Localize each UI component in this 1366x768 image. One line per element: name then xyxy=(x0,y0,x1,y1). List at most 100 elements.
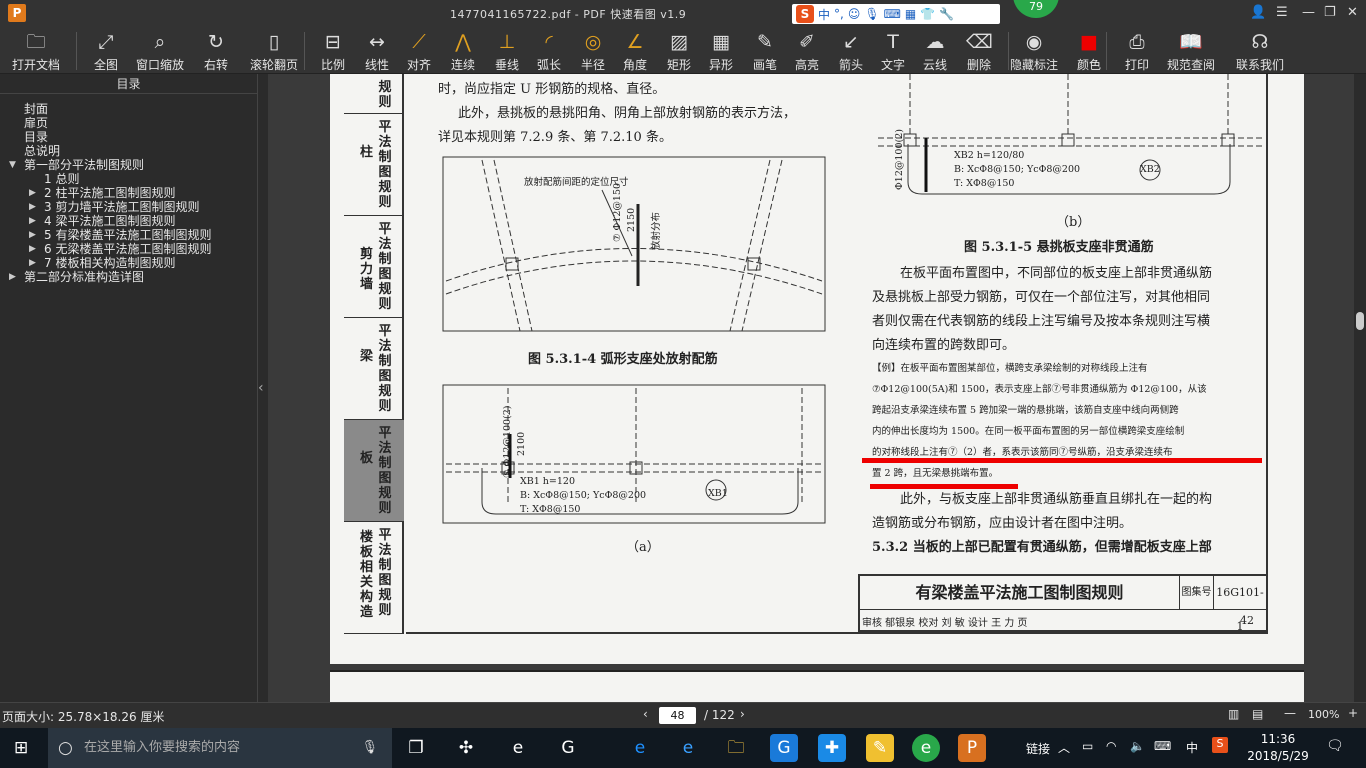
toolbar-radius-button[interactable]: ◎ 半径 xyxy=(576,29,610,73)
toolbar-contact-button[interactable]: ☊ 联系我们 xyxy=(1232,29,1288,73)
browser-g-icon[interactable]: G xyxy=(770,734,798,762)
toolbar-linear-button[interactable]: ↔ 线性 xyxy=(360,29,394,73)
toc-item[interactable]: 第二部分标准构造详图 xyxy=(24,270,144,284)
vertical-scrollbar[interactable] xyxy=(1354,74,1366,702)
file-explorer-icon[interactable]: 🗀 xyxy=(722,734,750,762)
toolbar-continuous-button[interactable]: ⋀ 连续 xyxy=(446,29,480,73)
volume-icon[interactable]: 🔈 xyxy=(1130,739,1145,753)
spiral-browser-icon[interactable]: G xyxy=(554,734,582,762)
toolbar-angle-button[interactable]: ∠ 角度 xyxy=(618,29,652,73)
emoji-icon[interactable]: ☺ xyxy=(848,7,861,21)
toolbar-print-button[interactable]: ⎙ 打印 xyxy=(1120,29,1154,73)
expand-icon[interactable]: ▶ xyxy=(9,272,16,282)
grid-icon[interactable]: ▦ xyxy=(905,7,916,21)
battery-icon[interactable]: ▭ xyxy=(1082,739,1093,753)
toolbar-eye-hide-button[interactable]: ◉ 隐藏标注 xyxy=(1006,29,1062,73)
zoom-in-icon[interactable]: + xyxy=(1348,706,1358,720)
sogou-icon[interactable]: S xyxy=(796,5,814,23)
expand-icon[interactable]: ▶ xyxy=(29,230,36,240)
toc-item[interactable]: 第一部分平法制图规则 xyxy=(24,158,144,172)
ie-icon[interactable]: e xyxy=(674,734,702,762)
toolbar-perpendicular-button[interactable]: ⊥ 垂线 xyxy=(490,29,524,73)
toolbar-rotate-button[interactable]: ↻ 右转 xyxy=(198,29,234,73)
toc-item[interactable]: 6 无梁楼盖平法施工图制图规则 xyxy=(44,242,211,256)
minimize-icon[interactable]: — xyxy=(1302,5,1315,20)
prev-page-icon[interactable]: ‹ xyxy=(643,707,648,721)
toc-item[interactable]: 2 柱平法施工图制图规则 xyxy=(44,186,175,200)
clock-date[interactable]: 2018/5/29 xyxy=(1242,749,1314,763)
toolbar-arrow-button[interactable]: ↙ 箭头 xyxy=(834,29,868,73)
toolbar-highlight-button[interactable]: ✐ 高亮 xyxy=(790,29,824,73)
windows-start-icon[interactable]: ⊞ xyxy=(14,738,28,758)
mic-icon[interactable]: 🎙 xyxy=(864,7,879,21)
toolbar-book-button[interactable]: 📖 规范查阅 xyxy=(1166,29,1216,73)
close-icon[interactable]: ✕ xyxy=(1347,5,1358,20)
360-icon[interactable]: e xyxy=(912,734,940,762)
sogou-tray-icon[interactable]: S xyxy=(1212,737,1228,753)
toolbar-text-button[interactable]: T 文字 xyxy=(876,29,910,73)
scroll-thumb[interactable] xyxy=(1356,312,1364,330)
page-input[interactable]: 48 xyxy=(659,707,696,724)
edge-legacy-icon[interactable]: e xyxy=(504,734,532,762)
toolbar-fit-button[interactable]: ⤢ 全图 xyxy=(88,29,124,73)
toolbar-arc-button[interactable]: ◜ 弧长 xyxy=(532,29,566,73)
toolbar-rectangle-button[interactable]: ▨ 矩形 xyxy=(662,29,696,73)
clock-time[interactable]: 11:36 xyxy=(1248,732,1308,746)
ime-lang[interactable]: 中 xyxy=(818,6,830,23)
toc-item[interactable]: 扉页 xyxy=(24,116,48,130)
task-view-icon[interactable]: ❐ xyxy=(402,734,430,762)
toolbar-cloud-button[interactable]: ☁ 云线 xyxy=(918,29,952,73)
mic-icon[interactable]: 🎙 xyxy=(361,728,378,768)
expand-icon[interactable]: ▶ xyxy=(29,202,36,212)
toolbar-mouse-button[interactable]: ▯ 滚轮翻页 xyxy=(246,29,302,73)
edge-icon[interactable]: e xyxy=(626,734,654,762)
zoom-out-icon[interactable]: — xyxy=(1284,706,1296,720)
ime-indicator[interactable]: 中 xyxy=(1186,739,1198,756)
toolbar-eraser-button[interactable]: ⌫ 删除 xyxy=(962,29,996,73)
restore-icon[interactable]: ❐ xyxy=(1324,5,1336,20)
menu-icon[interactable]: ☰ xyxy=(1276,5,1288,20)
toolbar-align-button[interactable]: ⟋ 对齐 xyxy=(402,29,436,73)
user-icon[interactable]: 👤 xyxy=(1250,5,1266,20)
expand-icon[interactable]: ▶ xyxy=(29,258,36,268)
ime-punct[interactable]: °, xyxy=(834,7,844,21)
expand-icon[interactable]: ▶ xyxy=(29,188,36,198)
toc-item[interactable]: 4 梁平法施工图制图规则 xyxy=(44,214,175,228)
pdf-viewer-task-icon[interactable]: P xyxy=(958,734,986,762)
ime-toolbar[interactable]: S 中 °, ☺ 🎙 ⌨ ▦ 👕 🔧 xyxy=(792,4,1000,24)
toc-item[interactable]: 封面 xyxy=(24,102,48,116)
toc-item[interactable]: 5 有梁楼盖平法施工图制图规则 xyxy=(44,228,211,242)
toolbar-color-button[interactable]: ■ 颜色 xyxy=(1072,29,1106,73)
document-viewer[interactable]: 规则柱平法制图规则 剪力墙 平法制图规则梁平法制图规则板平法制图规则 楼板相关构造 平法… xyxy=(268,74,1354,702)
single-page-icon[interactable]: ▥ xyxy=(1228,707,1239,721)
expanded-icon[interactable]: ▼ xyxy=(9,160,16,170)
toolbar-folder-button[interactable]: 🗀 打开文档 xyxy=(8,29,64,73)
toolbar-zoom-button[interactable]: ⌕ 窗口缩放 xyxy=(134,29,186,73)
tray-expand-icon[interactable]: ︿ xyxy=(1058,739,1070,756)
notification-icon[interactable]: 🗨 xyxy=(1326,738,1344,754)
keyboard-icon[interactable]: ⌨ xyxy=(884,7,901,21)
toolbar-polygon-button[interactable]: ▦ 异形 xyxy=(704,29,738,73)
toolbar-pen-button[interactable]: ✎ 画笔 xyxy=(748,29,782,73)
toc-item[interactable]: 总说明 xyxy=(24,144,60,158)
app-pinwheel-icon[interactable]: ✣ xyxy=(452,734,480,762)
notes-app-icon[interactable]: ✎ xyxy=(866,734,894,762)
wifi-icon[interactable]: ◠ xyxy=(1106,739,1116,753)
plus-app-icon[interactable]: ✚ xyxy=(818,734,846,762)
next-page-icon[interactable]: › xyxy=(740,707,745,721)
expand-icon[interactable]: ▶ xyxy=(29,216,36,226)
toolbar-scale-button[interactable]: ⊟ 比例 xyxy=(316,29,350,73)
skin-icon[interactable]: 👕 xyxy=(920,7,935,21)
toc-item[interactable]: 7 楼板相关构造制图规则 xyxy=(44,256,175,270)
toc-item[interactable]: 1 总则 xyxy=(44,172,79,186)
toc-item[interactable]: 3 剪力墙平法施工图制图规则 xyxy=(44,200,199,214)
taskbar-search[interactable]: ○ 在这里输入你要搜索的内容 🎙 xyxy=(48,728,392,768)
toc-item[interactable]: 目录 xyxy=(24,130,48,144)
collapse-sidebar-icon[interactable]: ‹ xyxy=(258,380,264,396)
tool-icon[interactable]: 🔧 xyxy=(939,7,954,21)
score-badge[interactable]: 79 xyxy=(1013,0,1059,18)
expand-icon[interactable]: ▶ xyxy=(29,244,36,254)
tray-link-label[interactable]: 链接 xyxy=(1026,740,1050,757)
keyboard-icon[interactable]: ⌨ xyxy=(1154,739,1171,753)
continuous-page-icon[interactable]: ▤ xyxy=(1252,707,1263,721)
